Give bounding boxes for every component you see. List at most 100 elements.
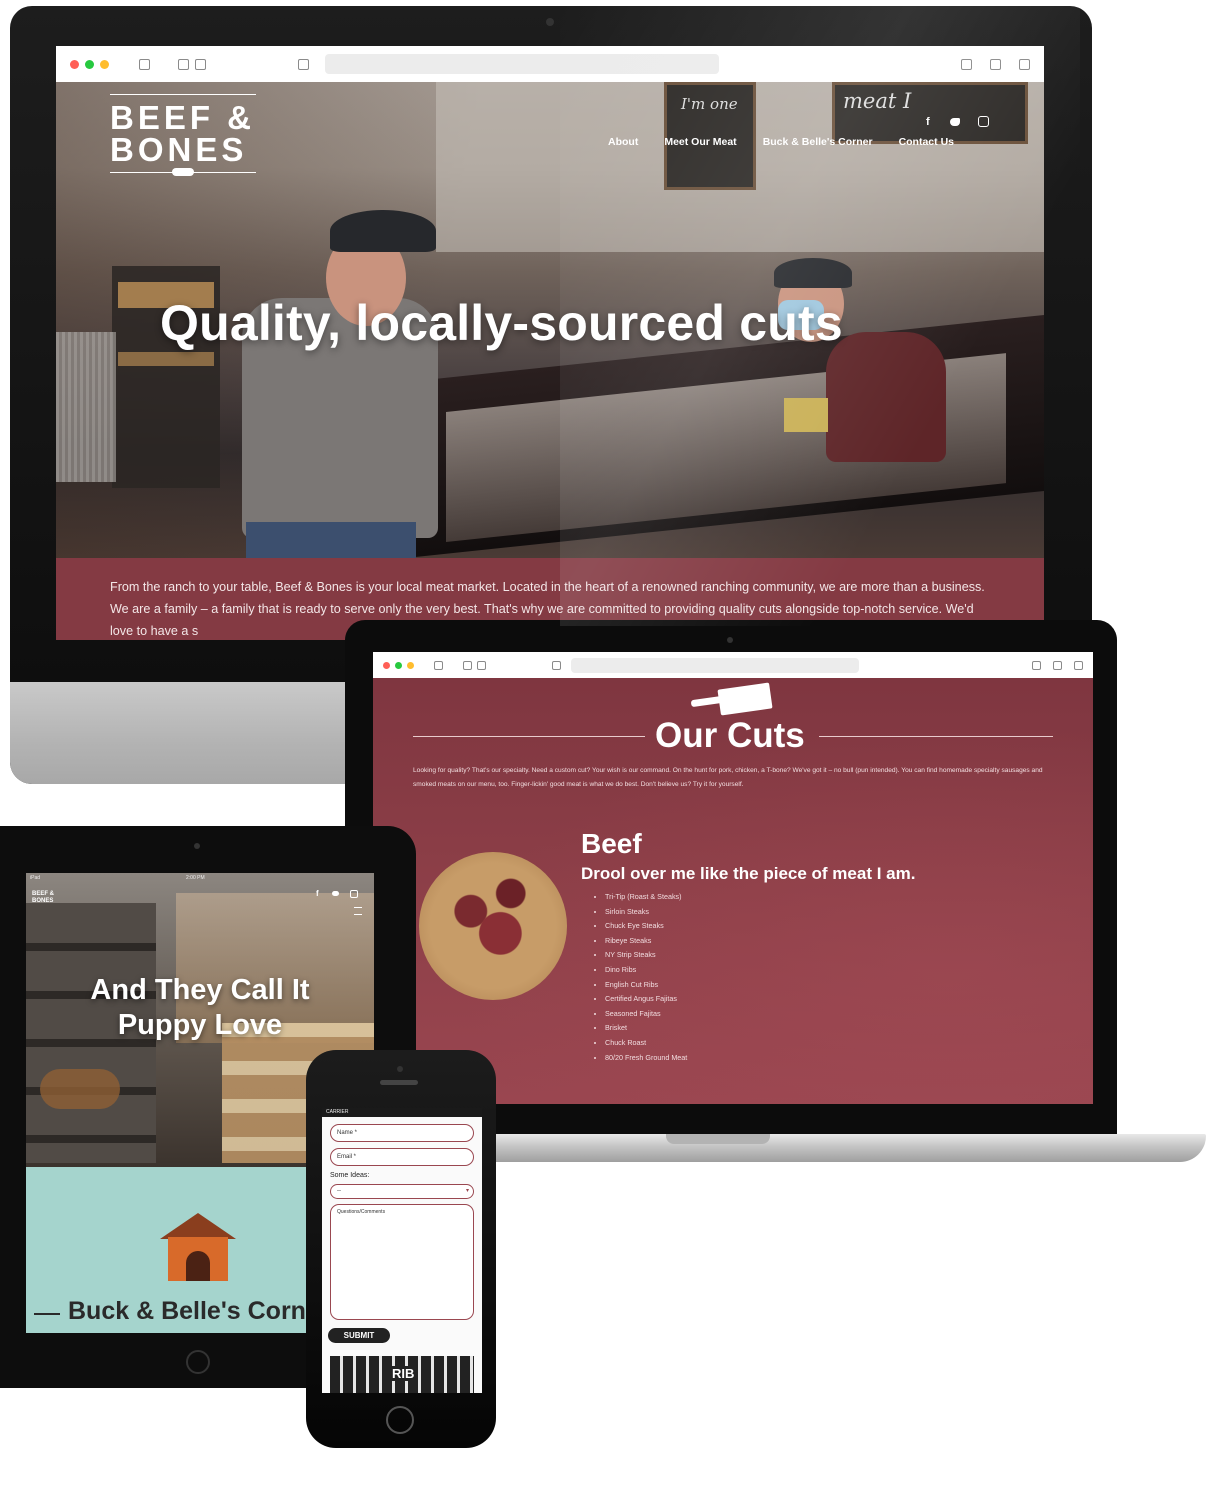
list-item: Tri-Tip (Roast & Steaks) bbox=[605, 890, 905, 905]
nav-buck-belles-corner[interactable]: Buck & Belle's Corner bbox=[763, 136, 873, 148]
beef-cuts-list: Tri-Tip (Roast & Steaks) Sirloin Steaks … bbox=[593, 890, 905, 1065]
tabs-icon[interactable] bbox=[1053, 660, 1062, 670]
sidebar-icon[interactable] bbox=[434, 660, 443, 670]
footer-art: RIB bbox=[330, 1356, 474, 1393]
submit-button[interactable]: SUBMIT bbox=[328, 1328, 390, 1343]
corrugated-wall bbox=[56, 332, 116, 482]
address-bar[interactable] bbox=[325, 54, 719, 74]
beef-tagline: Drool over me like the piece of meat I a… bbox=[581, 864, 916, 883]
list-item: Chuck Eye Steaks bbox=[605, 919, 905, 934]
comments-textarea[interactable]: Questions/Comments bbox=[330, 1204, 474, 1320]
new-tab-icon[interactable] bbox=[1019, 58, 1030, 70]
list-item: NY Strip Steaks bbox=[605, 948, 905, 963]
tabs-icon[interactable] bbox=[990, 58, 1001, 70]
facebook-icon[interactable]: f bbox=[926, 116, 930, 128]
our-cuts-title: Our Cuts bbox=[655, 716, 805, 755]
ipad-home-button[interactable] bbox=[186, 1350, 210, 1374]
logo-top-rule bbox=[110, 94, 256, 95]
our-cuts-intro: Looking for quality? That's our specialt… bbox=[413, 767, 1043, 788]
instagram-icon[interactable] bbox=[350, 890, 358, 898]
ipad-logo[interactable]: BEEF & BONES bbox=[32, 891, 68, 905]
status-bar: iPad 2:00 PM bbox=[30, 875, 205, 881]
doghouse-icon bbox=[160, 1213, 236, 1283]
status-bar: CARRIER bbox=[322, 1108, 482, 1117]
shelf-item-row bbox=[118, 352, 214, 366]
title-rule-right bbox=[819, 736, 1053, 737]
close-window-dot[interactable] bbox=[383, 661, 390, 669]
forward-icon[interactable] bbox=[477, 660, 486, 670]
address-bar[interactable] bbox=[571, 657, 859, 673]
chalkboard-right: meat I bbox=[832, 82, 1028, 144]
list-item: Brisket bbox=[605, 1021, 905, 1036]
section-rule bbox=[34, 1313, 60, 1315]
beef-photo bbox=[419, 852, 567, 1000]
imac-camera bbox=[546, 18, 554, 26]
customer-jeans bbox=[246, 522, 416, 562]
nav-about[interactable]: About bbox=[608, 136, 638, 148]
list-item: Sirloin Steaks bbox=[605, 905, 905, 920]
twitter-icon[interactable] bbox=[950, 118, 960, 126]
browser-toolbar bbox=[56, 46, 1044, 82]
share-icon[interactable] bbox=[1032, 660, 1041, 670]
imac-screen: I'm one meat I BEEF & BONES f About Meet… bbox=[56, 46, 1044, 640]
nav-contact-us[interactable]: Contact Us bbox=[899, 136, 954, 148]
forward-icon[interactable] bbox=[195, 58, 206, 70]
logo-line-2: BONES bbox=[110, 131, 248, 168]
iphone-home-button[interactable] bbox=[386, 1406, 414, 1434]
doghouse-door bbox=[186, 1251, 210, 1281]
macbook-notch bbox=[666, 1134, 770, 1144]
list-item: Seasoned Fajitas bbox=[605, 1007, 905, 1022]
iphone-camera bbox=[397, 1066, 403, 1072]
ideas-label: Some Ideas: bbox=[330, 1172, 370, 1179]
shield-icon[interactable] bbox=[298, 58, 309, 70]
title-rule-left bbox=[413, 736, 645, 737]
cleaver-icon bbox=[689, 682, 773, 718]
scale-box bbox=[784, 398, 828, 432]
minimize-window-dot[interactable] bbox=[85, 59, 94, 69]
ipad-social-links: f bbox=[316, 889, 366, 899]
produce-bin bbox=[40, 1069, 120, 1109]
macbook-camera bbox=[727, 637, 733, 643]
hero-title: Quality, locally-sourced cuts bbox=[160, 295, 843, 351]
zoom-window-dot[interactable] bbox=[100, 59, 109, 69]
iphone-screen: CARRIER Name * Email * Some Ideas: -- ▾ … bbox=[322, 1108, 482, 1393]
main-nav: About Meet Our Meat Buck & Belle's Corne… bbox=[582, 136, 954, 148]
share-icon[interactable] bbox=[961, 58, 972, 70]
buck-belles-corner-title: Buck & Belle's Corn bbox=[68, 1297, 306, 1325]
beef-heading: Beef bbox=[581, 828, 642, 859]
ipad-hero-title: And They Call It Puppy Love bbox=[90, 974, 310, 1041]
logo-line-1: BEEF & bbox=[110, 99, 256, 136]
doghouse-roof bbox=[160, 1213, 236, 1239]
name-field[interactable]: Name * bbox=[330, 1124, 474, 1142]
email-field[interactable]: Email * bbox=[330, 1148, 474, 1166]
nav-meet-our-meat[interactable]: Meet Our Meat bbox=[664, 136, 736, 148]
menu-icon[interactable] bbox=[354, 907, 362, 915]
list-item: Dino Ribs bbox=[605, 963, 905, 978]
facebook-icon[interactable]: f bbox=[316, 889, 319, 898]
iphone-speaker bbox=[380, 1080, 418, 1085]
new-tab-icon[interactable] bbox=[1074, 660, 1083, 670]
social-links: f bbox=[926, 116, 996, 130]
list-item: 80/20 Fresh Ground Meat bbox=[605, 1051, 905, 1066]
twitter-icon[interactable] bbox=[332, 891, 339, 896]
chevron-down-icon: ▾ bbox=[465, 1188, 469, 1194]
customer-cap bbox=[330, 210, 436, 252]
butcher-cap bbox=[774, 258, 852, 288]
ideas-select[interactable]: -- ▾ bbox=[330, 1184, 474, 1199]
list-item: English Cut Ribs bbox=[605, 978, 905, 993]
back-icon[interactable] bbox=[178, 58, 189, 70]
cleaver-handle bbox=[690, 695, 724, 708]
sidebar-icon[interactable] bbox=[139, 58, 150, 70]
close-window-dot[interactable] bbox=[70, 59, 79, 69]
bone-icon bbox=[172, 168, 194, 176]
list-item: Certified Angus Fajitas bbox=[605, 992, 905, 1007]
macbook-screen: Our Cuts Looking for quality? That's our… bbox=[373, 652, 1093, 1104]
zoom-window-dot[interactable] bbox=[407, 661, 414, 669]
instagram-icon[interactable] bbox=[978, 116, 989, 127]
browser-toolbar bbox=[373, 652, 1093, 678]
back-icon[interactable] bbox=[463, 660, 472, 670]
shield-icon[interactable] bbox=[552, 660, 561, 670]
minimize-window-dot[interactable] bbox=[395, 661, 402, 669]
our-cuts-section: Our Cuts Looking for quality? That's our… bbox=[373, 678, 1093, 1104]
butcher-shirt bbox=[826, 332, 946, 462]
